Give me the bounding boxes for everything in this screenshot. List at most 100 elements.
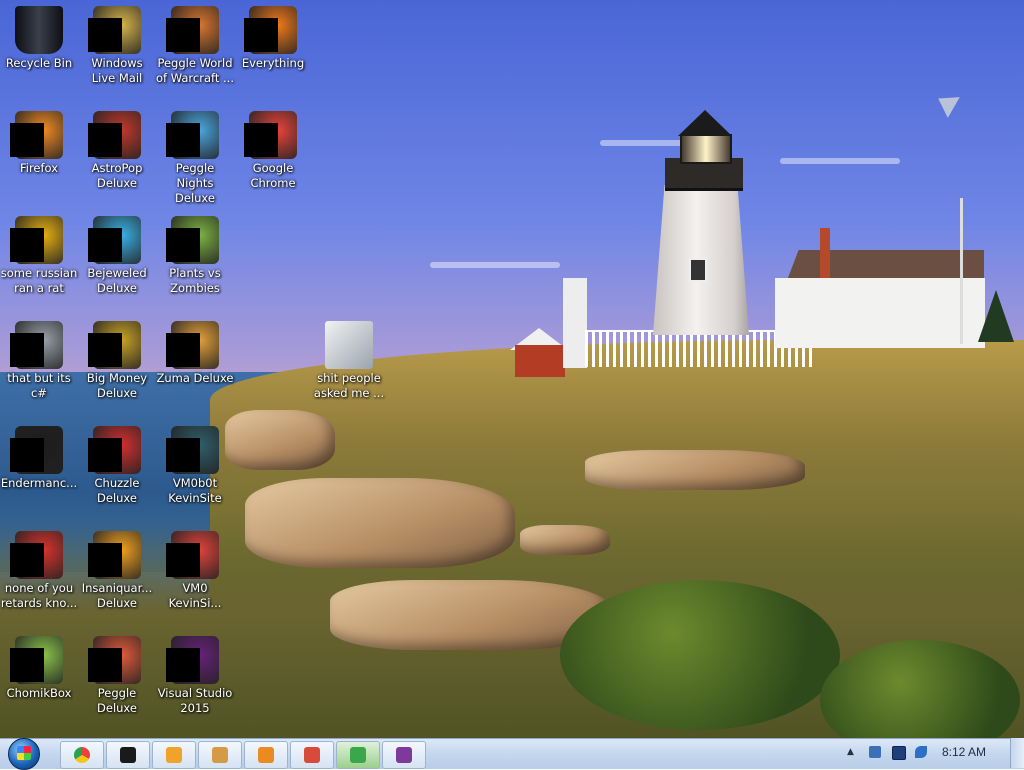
desktop-shortcut[interactable]: Bejeweled Deluxe (78, 210, 156, 314)
chomikbox-icon (10, 636, 63, 684)
desktop-shortcut-label: Plants vs Zombies (169, 266, 221, 295)
chuzzle-icon (88, 426, 141, 474)
desktop-shortcut[interactable]: Recycle Bin (0, 0, 78, 104)
plants-vs-zombies-icon (166, 216, 219, 264)
taskbar-button-terminal[interactable] (106, 741, 150, 769)
wallpaper-bell-tower (563, 278, 587, 368)
desktop-shortcut[interactable]: Windows Live Mail (78, 0, 156, 104)
desktop-shortcut[interactable]: Endermanc... (0, 420, 78, 524)
money-bag-icon (88, 321, 141, 369)
redaction-box (166, 543, 200, 577)
redaction-box (244, 123, 278, 157)
desktop-shortcut[interactable]: some russian ran a rat (0, 210, 78, 314)
black-window-icon (120, 747, 136, 763)
desktop-shortcut[interactable]: Peggle World of Warcraft ... (156, 0, 234, 104)
redaction-box (88, 543, 122, 577)
volume-icon[interactable] (915, 746, 927, 758)
peggle-icon (166, 6, 219, 54)
taskbar-button-chrome[interactable] (60, 741, 104, 769)
taskbar-button-green-app[interactable] (336, 741, 380, 769)
redaction-box (10, 333, 44, 367)
desktop-shortcut[interactable]: Insaniquar... Deluxe (78, 525, 156, 629)
desktop-shortcut[interactable]: shit people asked me ... (310, 315, 388, 419)
desktop-shortcut[interactable]: that but its c# (0, 315, 78, 419)
wallpaper-cloud (780, 158, 900, 164)
wallpaper-lighthouse-roof (678, 110, 732, 136)
desktop-shortcut[interactable]: Visual Studio 2015 (156, 630, 234, 734)
wallpaper-rock (245, 478, 515, 568)
stacked-windows-icon (10, 321, 63, 369)
desktop-shortcut[interactable]: Google Chrome (234, 105, 312, 209)
firefox-icon (10, 111, 63, 159)
desktop-shortcut[interactable]: Everything (234, 0, 312, 104)
desktop-shortcut-label: Bejeweled Deluxe (87, 266, 147, 295)
redaction-box (244, 18, 278, 52)
desktop-shortcut-label: Insaniquar... Deluxe (81, 581, 153, 610)
peggle-deluxe-icon (88, 636, 141, 684)
desktop-shortcut[interactable]: Big Money Deluxe (78, 315, 156, 419)
redaction-box (88, 438, 122, 472)
zuma-icon (166, 321, 219, 369)
network-icon[interactable] (869, 746, 881, 758)
wallpaper-lighthouse-lantern (680, 134, 732, 164)
desktop-shortcut-label: that but its c# (7, 371, 71, 400)
visual-studio-icon (166, 636, 219, 684)
desktop-shortcut[interactable]: Plants vs Zombies (156, 210, 234, 314)
desktop-shortcut-label: Recycle Bin (5, 56, 73, 70)
desktop-shortcut-label: Chuzzle Deluxe (94, 476, 140, 505)
redaction-box (88, 333, 122, 367)
taskbar-button-winrar[interactable] (382, 741, 426, 769)
redaction-box (166, 438, 200, 472)
redaction-box (10, 543, 44, 577)
taskbar-button-peggle[interactable] (198, 741, 242, 769)
redaction-box (10, 123, 44, 157)
desktop-shortcut[interactable]: Firefox (0, 105, 78, 209)
desktop-shortcut-label: shit people asked me ... (313, 371, 385, 400)
desktop-shortcut[interactable]: Peggle Nights Deluxe (156, 105, 234, 209)
windows-start-icon (8, 738, 40, 770)
wallpaper-rock (520, 525, 610, 555)
desktop-shortcut[interactable]: Zuma Deluxe (156, 315, 234, 419)
mouse-cursor-icon (932, 88, 960, 118)
redaction-box (166, 228, 200, 262)
desktop-shortcut-label: Zuma Deluxe (156, 371, 234, 385)
desktop-shortcut-label: none of you retards kno... (0, 581, 78, 610)
redaction-box (166, 333, 200, 367)
chrome-icon (74, 747, 90, 763)
taskbar-clock[interactable]: 8:12 AM (942, 745, 986, 759)
desktop-shortcut-label: AstroPop Deluxe (91, 161, 143, 190)
desktop-shortcut[interactable]: ChomikBox (0, 630, 78, 734)
desktop-shortcut-label: some russian ran a rat (0, 266, 78, 295)
redaction-box (88, 228, 122, 262)
show-hidden-icons-icon[interactable]: ▲ (847, 747, 855, 757)
start-button[interactable] (4, 738, 42, 770)
show-desktop-button[interactable] (1010, 738, 1024, 768)
redaction-box (88, 648, 122, 682)
folder-icon (325, 321, 373, 369)
wallpaper-shed (515, 345, 565, 377)
desktop-shortcut[interactable]: Chuzzle Deluxe (78, 420, 156, 524)
peggle-nights-icon (304, 747, 320, 763)
desktop-shortcut[interactable]: VM0 KevinSi... (156, 525, 234, 629)
desktop[interactable]: Recycle Bin Windows Live Mail Peggle World… (0, 0, 1024, 738)
desktop-shortcut[interactable]: VM0b0t KevinSite (156, 420, 234, 524)
taskbar-button-insaniquarium[interactable] (244, 741, 288, 769)
desktop-shortcut[interactable]: Peggle Deluxe (78, 630, 156, 734)
wallpaper-rock (585, 450, 805, 490)
desktop-shortcut-label: VM0b0t KevinSite (168, 476, 222, 505)
redaction-box (10, 648, 44, 682)
desktop-shortcut-label: Peggle Nights Deluxe (175, 161, 215, 205)
desktop-shortcut-label: VM0 KevinSi... (168, 581, 222, 610)
redaction-box (166, 648, 200, 682)
terminal-icon (10, 426, 63, 474)
desktop-shortcut[interactable]: AstroPop Deluxe (78, 105, 156, 209)
astropop-icon (88, 111, 141, 159)
display-icon[interactable] (892, 746, 906, 760)
green-globe-icon (350, 747, 366, 763)
taskbar-button-peggle-nights[interactable] (290, 741, 334, 769)
desktop-shortcut-label: Google Chrome (250, 161, 296, 190)
redaction-box (10, 228, 44, 262)
desktop-shortcut[interactable]: none of you retards kno... (0, 525, 78, 629)
taskbar-button-media-player[interactable] (152, 741, 196, 769)
redaction-box (88, 18, 122, 52)
